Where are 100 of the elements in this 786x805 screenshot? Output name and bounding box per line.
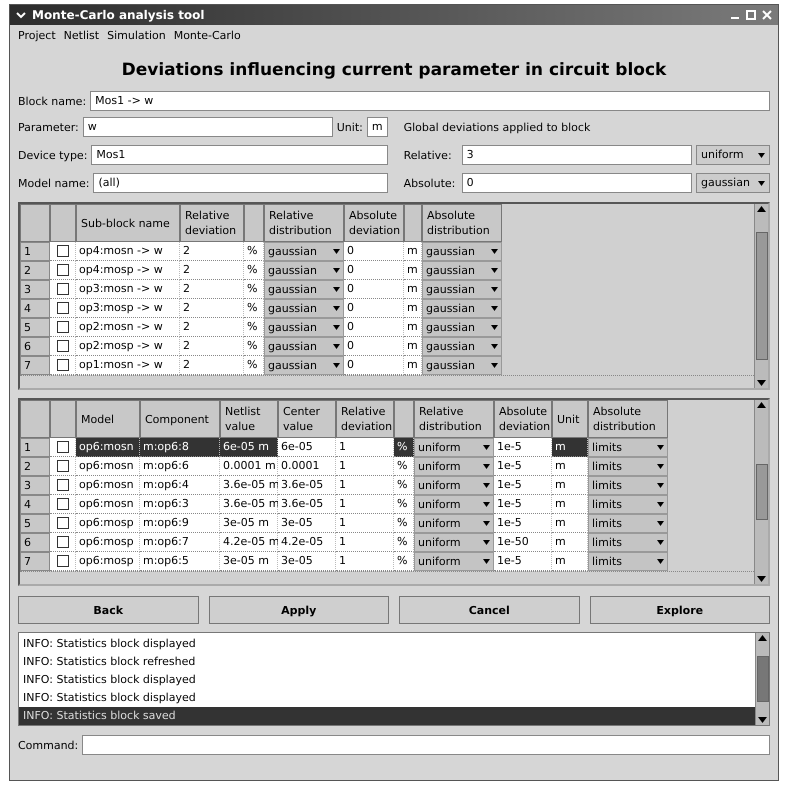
window-menu-icon[interactable] xyxy=(16,11,26,19)
scroll-down-icon[interactable] xyxy=(758,717,767,723)
relative-distribution-dropdown[interactable]: gaussian xyxy=(264,261,344,280)
column-header[interactable]: Absolute distribution xyxy=(422,204,502,242)
relative-distribution-dropdown[interactable]: gaussian xyxy=(264,242,344,261)
relative-distribution-dropdown[interactable]: gaussian xyxy=(264,337,344,356)
menu-item[interactable]: Monte-Carlo xyxy=(174,29,241,42)
relative-deviation-field[interactable]: 1 xyxy=(336,476,394,495)
distribution-dropdown[interactable]: uniform xyxy=(696,145,770,165)
parameter-field[interactable]: w xyxy=(82,117,333,137)
absolute-deviation-field[interactable]: 0 xyxy=(344,280,404,299)
absolute-distribution-dropdown[interactable]: limits xyxy=(588,533,668,552)
row-number[interactable]: 7 xyxy=(20,552,50,571)
model-name-field[interactable]: (all) xyxy=(93,173,388,193)
column-header[interactable]: Absolute deviation xyxy=(344,204,404,242)
relative-deviation-field[interactable]: 2 xyxy=(180,299,244,318)
absolute-deviation-field[interactable]: 0 xyxy=(344,318,404,337)
checkbox[interactable] xyxy=(56,441,68,453)
absolute-distribution-dropdown[interactable]: gaussian xyxy=(422,356,502,375)
center-value-field[interactable]: 3.6e-05 xyxy=(278,476,336,495)
sub-block-name-cell[interactable]: op4:mosp -> w xyxy=(76,261,180,280)
relative-distribution-dropdown[interactable]: uniform xyxy=(414,533,494,552)
absolute-deviation-field[interactable]: 0 xyxy=(344,299,404,318)
column-header[interactable]: Model xyxy=(76,400,140,438)
absolute-distribution-dropdown[interactable]: limits xyxy=(588,476,668,495)
row-number[interactable]: 2 xyxy=(20,261,50,280)
row-number[interactable]: 5 xyxy=(20,318,50,337)
column-header[interactable]: Sub-block name xyxy=(76,204,180,242)
relative-distribution-dropdown[interactable]: gaussian xyxy=(264,318,344,337)
relative-distribution-dropdown[interactable]: uniform xyxy=(414,514,494,533)
device-type-field[interactable]: Mos1 xyxy=(91,145,388,165)
absolute-distribution-dropdown[interactable]: limits xyxy=(588,514,668,533)
sub-block-name-cell[interactable]: op3:mosn -> w xyxy=(76,280,180,299)
checkbox[interactable] xyxy=(56,460,68,472)
column-header[interactable]: Unit xyxy=(552,400,588,438)
column-header[interactable]: Center value xyxy=(278,400,336,438)
relative-deviation-field[interactable]: 2 xyxy=(180,318,244,337)
log-line[interactable]: INFO: Statistics block refreshed xyxy=(19,653,755,671)
absolute-deviation-field[interactable]: 0 xyxy=(344,356,404,375)
relative-deviation-field[interactable]: 1 xyxy=(336,514,394,533)
absolute-deviation-field[interactable]: 1e-5 xyxy=(494,514,552,533)
absolute-deviation-field[interactable]: 0 xyxy=(344,337,404,356)
absolute-deviation-field[interactable]: 0 xyxy=(344,261,404,280)
relative-deviation-field[interactable]: 2 xyxy=(180,261,244,280)
sub-block-name-cell[interactable]: op2:mosp -> w xyxy=(76,337,180,356)
checkbox[interactable] xyxy=(56,359,68,371)
checkbox[interactable] xyxy=(56,555,68,567)
command-field[interactable] xyxy=(82,735,770,755)
scroll-up-icon[interactable] xyxy=(757,206,766,212)
absolute-distribution-dropdown[interactable]: gaussian xyxy=(422,337,502,356)
relative-deviation-field[interactable]: 1 xyxy=(336,495,394,514)
absolute-deviation-field[interactable]: 1e-5 xyxy=(494,552,552,571)
distribution-dropdown[interactable]: gaussian xyxy=(696,173,770,193)
row-number[interactable]: 6 xyxy=(20,533,50,552)
center-value-field[interactable]: 6e-05 xyxy=(278,438,336,457)
checkbox[interactable] xyxy=(56,245,68,257)
absolute-distribution-dropdown[interactable]: gaussian xyxy=(422,318,502,337)
log-line[interactable]: INFO: Statistics block displayed xyxy=(19,635,755,653)
sub-block-name-cell[interactable]: op3:mosp -> w xyxy=(76,299,180,318)
relative-deviation-field[interactable]: 1 xyxy=(336,533,394,552)
row-number[interactable]: 3 xyxy=(20,476,50,495)
row-number[interactable]: 7 xyxy=(20,356,50,375)
relative-deviation-field[interactable]: 2 xyxy=(180,337,244,356)
center-value-field[interactable]: 3e-05 xyxy=(278,514,336,533)
action-button[interactable]: Back xyxy=(18,596,198,624)
sub-block-name-cell[interactable]: op1:mosn -> w xyxy=(76,356,180,375)
relative-deviation-field[interactable]: 1 xyxy=(336,438,394,457)
checkbox[interactable] xyxy=(56,321,68,333)
absolute-deviation-field[interactable]: 1e-5 xyxy=(494,476,552,495)
center-value-field[interactable]: 0.0001 xyxy=(278,457,336,476)
row-number[interactable]: 1 xyxy=(20,438,50,457)
row-number[interactable]: 1 xyxy=(20,242,50,261)
absolute-deviation-field[interactable]: 0 xyxy=(462,173,692,193)
absolute-distribution-dropdown[interactable]: limits xyxy=(588,552,668,571)
relative-deviation-field[interactable]: 2 xyxy=(180,242,244,261)
center-value-field[interactable]: 3e-05 xyxy=(278,552,336,571)
scroll-up-icon[interactable] xyxy=(757,402,766,408)
checkbox[interactable] xyxy=(56,536,68,548)
absolute-distribution-dropdown[interactable]: gaussian xyxy=(422,261,502,280)
absolute-distribution-dropdown[interactable]: limits xyxy=(588,438,668,457)
row-number[interactable]: 6 xyxy=(20,337,50,356)
scrollbar[interactable] xyxy=(754,400,768,584)
scrollbar[interactable] xyxy=(755,633,769,725)
relative-deviation-field[interactable]: 1 xyxy=(336,457,394,476)
column-header[interactable]: Netlist value xyxy=(220,400,278,438)
center-value-field[interactable]: 3.6e-05 xyxy=(278,495,336,514)
checkbox[interactable] xyxy=(56,340,68,352)
relative-distribution-dropdown[interactable]: gaussian xyxy=(264,280,344,299)
action-button[interactable]: Apply xyxy=(208,596,389,624)
absolute-distribution-dropdown[interactable]: limits xyxy=(588,495,668,514)
checkbox[interactable] xyxy=(56,479,68,491)
column-header[interactable]: Component xyxy=(140,400,220,438)
scrollbar[interactable] xyxy=(754,204,768,388)
scroll-down-icon[interactable] xyxy=(757,380,766,386)
row-number[interactable]: 4 xyxy=(20,495,50,514)
unit-field[interactable]: m xyxy=(366,117,388,137)
column-header[interactable]: Absolute distribution xyxy=(588,400,668,438)
menu-item[interactable]: Project xyxy=(18,29,56,42)
absolute-deviation-field[interactable]: 1e-5 xyxy=(494,457,552,476)
column-header[interactable]: Relative deviation xyxy=(180,204,244,242)
